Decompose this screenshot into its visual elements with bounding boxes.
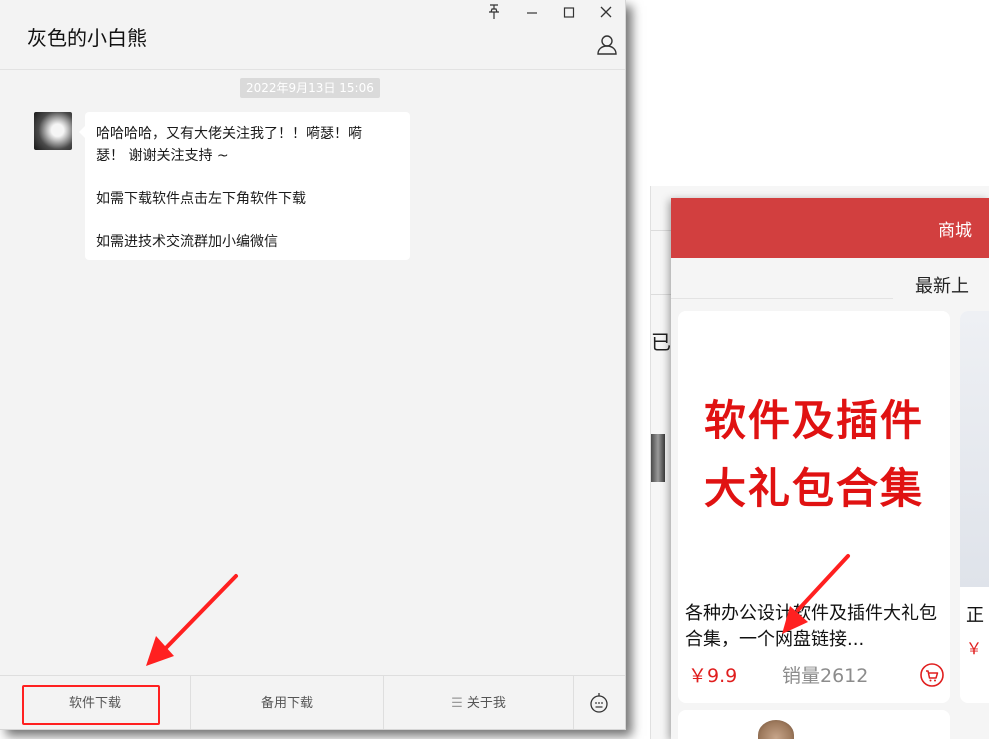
product-name[interactable]: 各种办公设计软件及插件大礼包合集，一个网盘链接...	[685, 601, 945, 653]
product-sales: 销量2612	[782, 665, 869, 687]
message-line: 哈哈哈哈，又有大佬关注我了！！嗬瑟！嗬	[96, 126, 362, 142]
maximize-icon[interactable]	[557, 4, 581, 24]
shop-window: 商城 最新上 软件及插件 大礼包合集 各种办公设计软件及插件大礼包合集，一个网盘…	[671, 198, 989, 739]
message-timestamp: 2022年9月13日 15:06	[240, 78, 380, 98]
close-icon[interactable]	[594, 4, 618, 24]
bg-peek-text: 已	[651, 330, 671, 354]
cart-icon[interactable]	[920, 663, 944, 687]
backup-download-button[interactable]: 备用下载	[191, 676, 384, 729]
product-image-text: 软件及插件	[703, 396, 924, 445]
chat-window: 灰色的小白熊 2022年9月13日 15:06 哈哈哈哈，又有大佬关注我了！！嗬…	[0, 0, 626, 730]
menu-list-icon: ☰	[451, 696, 463, 711]
shop-header: 商城	[671, 198, 989, 258]
shop-title: 商城	[938, 221, 972, 241]
minimize-icon[interactable]	[520, 4, 544, 24]
product-image[interactable]: 软件及插件 大礼包合集	[678, 311, 950, 593]
about-me-label: 关于我	[466, 696, 506, 711]
next-product-name: 正	[966, 605, 984, 626]
subnav-divider	[671, 298, 893, 299]
message-line: 如需下载软件点击左下角软件下载	[96, 190, 306, 207]
pin-icon[interactable]	[482, 4, 506, 24]
message-bubble: 哈哈哈哈，又有大佬关注我了！！嗬瑟！嗬 瑟！ 谢谢关注支持 ~ 如需下载软件点击…	[79, 112, 410, 260]
keyboard-toggle-icon[interactable]	[574, 676, 625, 729]
message-line: 瑟！ 谢谢关注支持 ~	[96, 147, 229, 164]
avatar[interactable]	[34, 112, 72, 150]
shop-subnav: 最新上	[671, 258, 989, 306]
chat-footer-menu: 软件下载 备用下载 ☰ 关于我	[0, 675, 625, 729]
product-card[interactable]: 软件及插件 大礼包合集 各种办公设计软件及插件大礼包合集，一个网盘链接... ￥…	[678, 311, 950, 703]
chat-title: 灰色的小白熊	[27, 26, 147, 50]
profile-icon[interactable]	[596, 34, 618, 56]
tab-latest[interactable]: 最新上	[915, 272, 969, 298]
product-card[interactable]	[678, 710, 950, 739]
product-price: ￥9.9	[688, 665, 738, 687]
product-image-text: 大礼包合集	[703, 464, 924, 513]
chat-header: 灰色的小白熊	[0, 0, 625, 70]
message-line: 如需进技术交流群加小编微信	[96, 233, 278, 250]
software-download-button[interactable]: 软件下载	[0, 676, 191, 729]
next-product-image	[960, 311, 989, 587]
next-product-price: ￥	[966, 639, 983, 658]
product-thumbnail	[758, 720, 794, 739]
about-me-button[interactable]: ☰ 关于我	[384, 676, 574, 729]
bg-peek-avatar	[651, 434, 665, 482]
next-product-card[interactable]: 正 ￥	[960, 311, 989, 703]
